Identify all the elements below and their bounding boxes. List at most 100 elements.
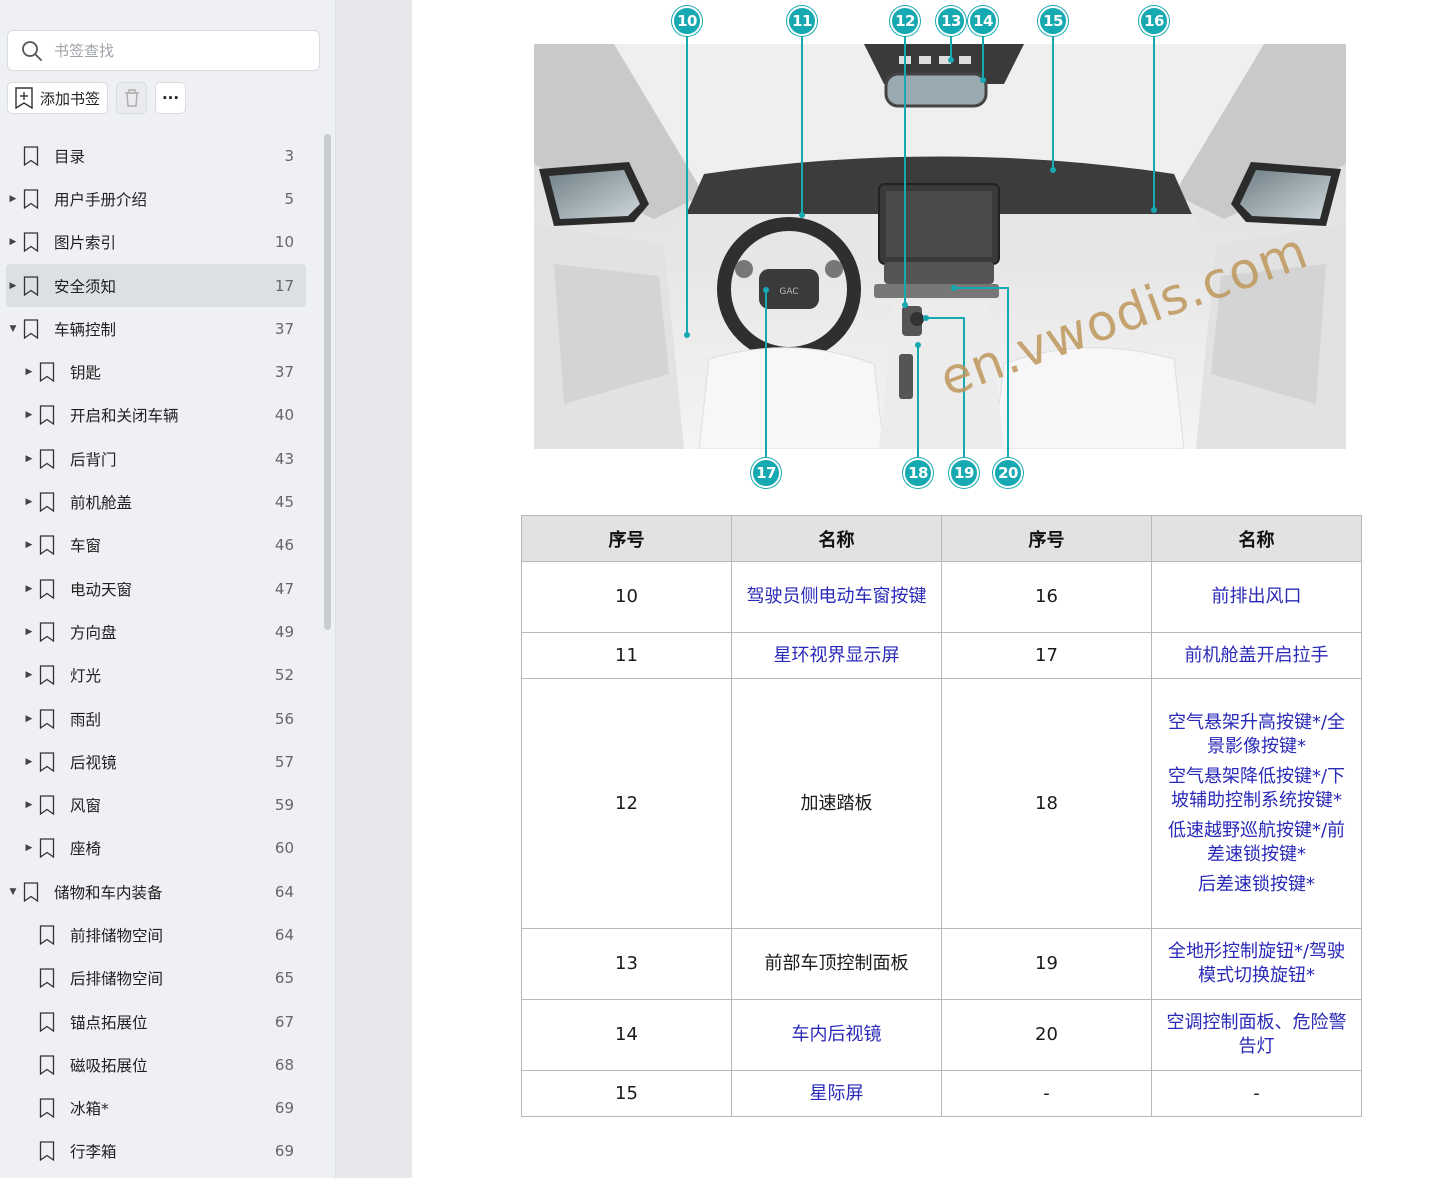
bookmark-item[interactable]: ▶ 车窗 46 [6,524,306,567]
bookmark-item[interactable]: ▶ 后视镜 57 [6,740,306,783]
caret-right-icon[interactable]: ▶ [24,454,34,464]
bookmark-icon [39,405,55,426]
callout-11: 11 [787,6,817,36]
bookmark-icon [23,145,39,166]
bookmark-page-number: 37 [274,363,294,382]
header-name-2: 名称 [1151,515,1362,562]
caret-right-icon[interactable]: ▶ [8,194,18,204]
bookmark-item[interactable]: ▼ 储物和车内装备 64 [6,870,306,913]
part-name-link[interactable]: 驾驶员侧电动车窗按键 [731,561,942,633]
row-number: 11 [521,632,732,679]
bookmark-page-number: 69 [274,1142,294,1161]
caret-right-icon[interactable]: ▶ [24,670,34,680]
bookmark-item[interactable]: ▶ 电动天窗 47 [6,567,306,610]
callout-15: 15 [1038,6,1068,36]
bookmark-page-number: 17 [274,276,294,295]
add-bookmark-button[interactable]: 添加书签 [7,82,108,114]
bookmark-label: 前排储物空间 [70,926,164,945]
bookmark-icon [39,752,55,772]
caret-down-icon[interactable]: ▼ [8,324,18,334]
bookmark-item[interactable]: ▶ 风窗 59 [6,783,306,826]
bookmark-item[interactable]: 目录 3 [6,134,306,177]
bookmark-item[interactable]: ▼ 车辆控制 37 [6,307,306,350]
part-name-link[interactable]: 空调控制面板、危险警告灯 [1151,999,1362,1071]
caret-right-icon[interactable]: ▶ [24,410,34,420]
caret-right-icon[interactable]: ▶ [8,281,18,291]
caret-right-icon[interactable]: ▶ [24,843,34,853]
part-name-link[interactable]: 车内后视镜 [731,999,942,1071]
bookmark-item[interactable]: ▶ 前机舱盖 45 [6,480,306,523]
caret-right-icon[interactable]: ▶ [24,584,34,594]
bookmark-page-number: 47 [274,579,294,598]
caret-right-icon[interactable]: ▶ [24,497,34,507]
bookmark-toolbar: 添加书签 ··· [7,82,186,114]
part-name-link[interactable]: 低速越野巡航按键*/前差速锁按键* [1164,819,1349,867]
bookmark-item[interactable]: 前排储物空间 64 [6,913,306,956]
bookmark-label: 锚点拓展位 [70,1013,148,1032]
bookmark-label: 安全须知 [54,277,117,296]
bookmark-page-number: 64 [274,882,294,901]
bookmark-item[interactable]: ▶ 灯光 52 [6,654,306,697]
bookmark-page-number: 46 [274,536,294,555]
caret-right-icon[interactable]: ▶ [24,627,34,637]
table-row: 12 加速踏板 18 空气悬架升高按键*/全景影像按键* 空气悬架降低按键*/下… [521,678,1362,929]
caret-right-icon[interactable]: ▶ [24,714,34,724]
bookmark-item[interactable]: 行李箱 69 [6,1130,306,1173]
bookmark-icon [23,189,39,209]
bookmark-item[interactable]: ▶ 钥匙 37 [6,350,306,393]
bookmark-icon [39,492,55,513]
part-name-link[interactable]: 空气悬架降低按键*/下坡辅助控制系统按键* [1164,765,1349,813]
bookmark-icon [39,838,55,859]
caret-down-icon[interactable]: ▼ [8,887,18,897]
bookmark-item[interactable]: ▶ 安全须知 17 [6,263,306,308]
bookmark-item[interactable]: ▶ 用户手册介绍 5 [6,177,306,220]
parts-table: 序号 名称 序号 名称 10 驾驶员侧电动车窗按键 16 前排出风口 11 星环… [521,515,1362,1117]
bookmark-label: 钥匙 [70,364,102,383]
delete-bookmark-button[interactable] [116,82,147,114]
sidebar-scrollbar[interactable] [324,134,331,630]
bookmark-label: 车辆控制 [54,320,117,339]
caret-right-icon[interactable]: ▶ [8,237,18,247]
part-name-link[interactable]: 前排出风口 [1151,561,1362,633]
part-name-link[interactable]: 前机舱盖开启拉手 [1151,632,1362,679]
more-options-button[interactable]: ··· [155,82,186,114]
bookmark-item[interactable]: 磁吸拓展位 68 [6,1043,306,1086]
table-row: 11 星环视界显示屏 17 前机舱盖开启拉手 [521,632,1362,679]
table-row: 14 车内后视镜 20 空调控制面板、危险警告灯 [521,999,1362,1071]
bookmark-page-number: 49 [274,622,294,641]
caret-right-icon[interactable]: ▶ [24,800,34,810]
bookmark-icon [39,925,55,945]
part-name-link[interactable]: 星环视界显示屏 [731,632,942,679]
search-icon [22,40,42,61]
row-number: 16 [941,561,1152,633]
bookmark-item[interactable]: ▶ 座椅 60 [6,827,306,870]
part-name: - [1151,1070,1362,1117]
caret-right-icon[interactable]: ▶ [24,757,34,767]
table-row: 10 驾驶员侧电动车窗按键 16 前排出风口 [521,561,1362,633]
bookmark-item[interactable]: 后排储物空间 65 [6,957,306,1000]
bookmark-item[interactable]: ▶ 雨刮 56 [6,697,306,740]
caret-right-icon[interactable]: ▶ [24,540,34,550]
part-name-link[interactable]: 空气悬架升高按键*/全景影像按键* [1164,711,1349,759]
bookmark-label: 行李箱 [70,1143,117,1162]
table-row: 13 前部车顶控制面板 19 全地形控制旋钮*/驾驶模式切换旋钮* [521,928,1362,1000]
bookmark-item[interactable]: ▶ 方向盘 49 [6,610,306,653]
bookmark-label: 方向盘 [70,623,117,642]
part-name-link[interactable]: 全地形控制旋钮*/驾驶模式切换旋钮* [1151,928,1362,1000]
page-gutter [336,0,412,1178]
callout-17: 17 [751,458,781,488]
bookmark-item[interactable]: 冰箱* 69 [6,1087,306,1130]
bookmark-item[interactable]: ▶ 开启和关闭车辆 40 [6,394,306,437]
bookmark-item[interactable]: ▶ 后背门 43 [6,437,306,480]
bookmark-icon [39,1098,55,1119]
bookmark-search-box[interactable] [7,30,320,71]
caret-right-icon[interactable]: ▶ [24,367,34,377]
bookmark-item[interactable]: ▶ 图片索引 10 [6,221,306,264]
bookmark-search-input[interactable] [54,41,294,60]
part-name-link[interactable]: 后差速锁按键* [1164,873,1349,897]
bookmark-icon [23,882,39,902]
bookmark-item[interactable]: 锚点拓展位 67 [6,1000,306,1043]
bookmark-label: 风窗 [70,797,102,816]
bookmark-page-number: 52 [274,666,294,685]
part-name-link[interactable]: 星际屏 [731,1070,942,1117]
